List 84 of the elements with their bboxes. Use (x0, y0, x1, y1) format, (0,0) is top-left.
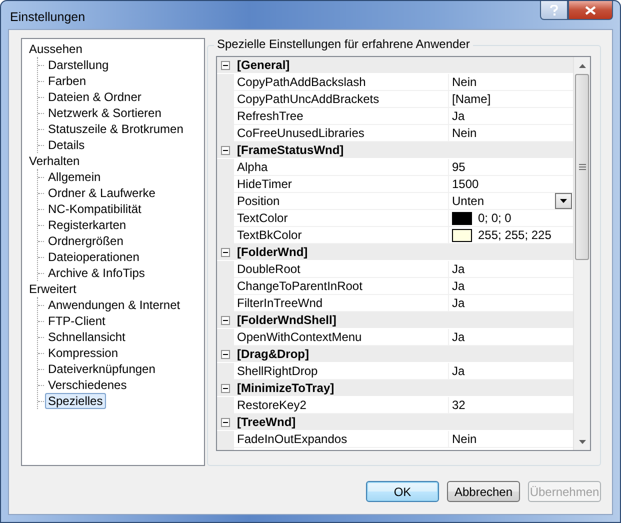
tree-item[interactable]: NC-Kompatibilität (45, 201, 144, 217)
tree-item[interactable]: Statuszeile & Brotkrumen (45, 121, 186, 137)
property-name: Alpha (234, 159, 449, 175)
tree-item[interactable]: Dateien & Ordner (45, 89, 144, 105)
property-name: OpenWithContextMenu (234, 329, 449, 345)
property-value: 255; 255; 225 (478, 227, 552, 243)
scroll-down-icon[interactable] (578, 440, 586, 444)
collapse-icon[interactable] (221, 60, 230, 70)
collapse-icon[interactable] (221, 350, 230, 358)
collapse-icon[interactable] (221, 418, 230, 426)
section-header: [FolderWnd] (236, 245, 308, 259)
section-header: [FrameStatusWnd] (236, 143, 344, 157)
tree-item[interactable]: Aussehen (26, 41, 86, 57)
section-header: [General] (236, 58, 290, 72)
tree-item[interactable]: Erweitert (26, 281, 80, 297)
property-name: Position (234, 193, 449, 209)
close-button[interactable] (568, 1, 613, 20)
property-value: 95 (452, 159, 466, 175)
property-name: DoubleRoot (234, 261, 449, 277)
property-value: Ja (452, 261, 465, 277)
scroll-thumb[interactable] (575, 74, 589, 260)
dropdown-arrow-icon (560, 199, 567, 203)
property-value: Ja (452, 363, 465, 379)
tree-item[interactable]: Spezielles (45, 393, 106, 409)
property-name: RestoreKey2 (234, 397, 449, 413)
property-value: 1500 (452, 176, 479, 192)
tree-item[interactable]: Schnellansicht (45, 329, 128, 345)
property-name: CoFreeUnusedLibraries (234, 125, 449, 141)
window-title: Einstellungen (9, 10, 86, 24)
tree-item[interactable]: Ordnergrößen (45, 233, 126, 249)
scrollbar[interactable] (573, 57, 590, 450)
section-header: [FolderWndShell] (236, 313, 336, 327)
collapse-icon[interactable] (221, 384, 230, 392)
tree-item[interactable]: Dateioperationen (45, 249, 142, 265)
property-name: HideTimer (234, 176, 449, 192)
property-name: RefreshTree (234, 108, 449, 124)
section-header: [TreeWnd] (236, 415, 296, 429)
property-value: Ja (452, 108, 465, 124)
tree-item[interactable]: Ordner & Laufwerke (45, 185, 158, 201)
property-name: TextBkColor (234, 227, 449, 243)
property-name: CopyPathUncAddBrackets (234, 91, 449, 107)
property-name: CopyPathAddBackslash (234, 74, 449, 90)
property-value: Ja (452, 329, 465, 345)
tree-item[interactable]: Allgemein (45, 169, 104, 185)
help-icon (550, 4, 558, 16)
property-value: Ja (452, 295, 465, 311)
collapse-icon[interactable] (221, 248, 230, 256)
grip-icon (578, 164, 586, 170)
property-value: Nein (452, 125, 477, 141)
tree-item[interactable]: Details (45, 137, 88, 153)
dialog-button[interactable]: OK (366, 481, 439, 502)
tree-item[interactable]: Registerkarten (45, 217, 130, 233)
property-name: ChangeToParentInRoot (234, 278, 449, 294)
group-title: Spezielle Einstellungen für erfahrene Anwender (214, 37, 473, 51)
dialog-button[interactable]: Abbrechen (447, 481, 520, 502)
property-value: [Name] (452, 91, 491, 107)
property-value: 0; 0; 0 (478, 210, 512, 226)
tree-item[interactable]: Anwendungen & Internet (45, 297, 184, 313)
tree-item[interactable]: Netzwerk & Sortieren (45, 105, 164, 121)
property-value: Nein (452, 74, 477, 90)
scroll-up-icon[interactable] (578, 64, 586, 68)
tree-item[interactable]: Verschiedenes (45, 377, 130, 393)
help-button[interactable] (540, 1, 568, 20)
dropdown-button[interactable] (555, 193, 572, 209)
tree-item[interactable]: Archive & InfoTips (45, 265, 148, 281)
tree-item[interactable]: Dateiverknüpfungen (45, 361, 158, 377)
property-name: ShellRightDrop (234, 363, 449, 379)
tree-item[interactable]: FTP-Client (45, 313, 108, 329)
property-value[interactable]: Unten (452, 193, 484, 209)
tree-item[interactable]: Darstellung (45, 57, 112, 73)
tree-item[interactable]: Verhalten (26, 153, 83, 169)
property-name: TextColor (234, 210, 449, 226)
collapse-icon[interactable] (221, 146, 230, 154)
collapse-icon[interactable] (221, 316, 230, 324)
property-name: FilterInTreeWnd (234, 295, 449, 311)
property-value: Nein (452, 431, 477, 447)
section-header: [Drag&Drop] (236, 347, 309, 361)
close-icon (585, 6, 596, 14)
property-value: Ja (452, 278, 465, 294)
property-value: 32 (452, 397, 466, 413)
section-header: [MinimizeToTray] (236, 381, 334, 395)
tree-item[interactable]: Farben (45, 73, 90, 89)
property-name: FadeInOutExpandos (234, 431, 449, 447)
tree-item[interactable]: Kompression (45, 345, 122, 361)
